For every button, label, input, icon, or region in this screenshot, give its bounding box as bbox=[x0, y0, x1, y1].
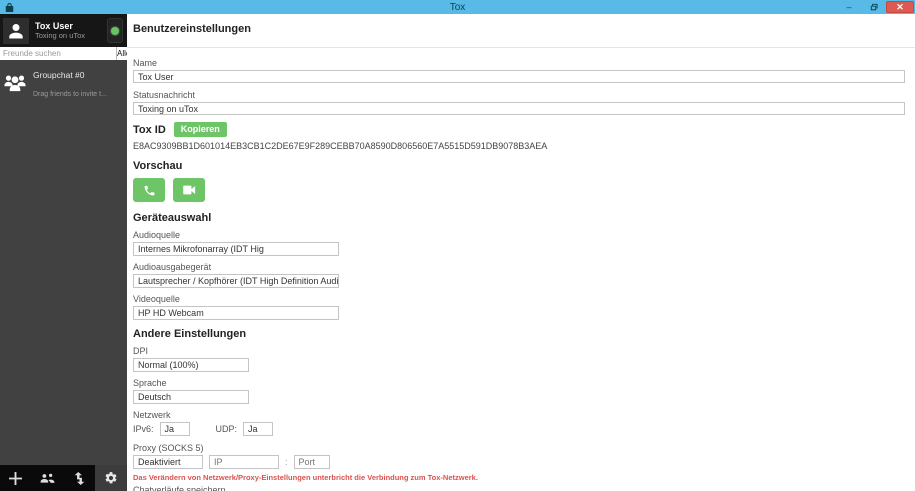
settings-button[interactable] bbox=[95, 465, 127, 491]
sidebar: Tox User Toxing on uTox Alle Groupch bbox=[0, 14, 131, 491]
other-settings-title: Andere Einstellungen bbox=[133, 328, 247, 340]
audio-output-select[interactable]: Lautsprecher / Kopfhörer (IDT High Defin… bbox=[133, 274, 339, 288]
proxy-ip-input[interactable] bbox=[209, 455, 279, 469]
language-label: Sprache bbox=[133, 378, 167, 388]
proxy-mode-select[interactable]: Deaktiviert bbox=[133, 455, 203, 469]
page-title: Benutzereinstellungen bbox=[133, 23, 251, 35]
list-item[interactable]: Groupchat #0 Drag friends to invite t... bbox=[0, 60, 127, 106]
audio-input-label: Audioquelle bbox=[133, 230, 181, 240]
name-input[interactable] bbox=[133, 70, 905, 83]
create-group-button[interactable] bbox=[32, 465, 64, 491]
online-status-dot bbox=[111, 26, 119, 35]
dpi-label: DPI bbox=[133, 346, 149, 356]
tox-id-label: Tox ID bbox=[133, 123, 166, 136]
name-label: Name bbox=[133, 58, 158, 68]
contact-list: Groupchat #0 Drag friends to invite t... bbox=[0, 60, 127, 465]
contact-name: Groupchat #0 bbox=[33, 70, 85, 80]
minimize-button[interactable]: – bbox=[838, 1, 860, 13]
udp-select[interactable]: Ja bbox=[243, 422, 274, 436]
audio-input-select[interactable]: Internes Mikrofonarray (IDT Hig bbox=[133, 242, 339, 256]
self-user-meta: Tox User Toxing on uTox bbox=[35, 21, 85, 40]
status-message-label: Statusnachricht bbox=[133, 90, 196, 100]
add-friend-button[interactable] bbox=[0, 465, 32, 491]
preview-title: Vorschau bbox=[133, 160, 183, 172]
network-warning-text: Das Verändern von Netzwerk/Proxy-Einstel… bbox=[133, 473, 478, 482]
ipv6-label: IPv6: bbox=[133, 424, 154, 434]
udp-label: UDP: bbox=[215, 424, 238, 434]
status-selector-button[interactable] bbox=[107, 18, 123, 43]
self-user-panel[interactable]: Tox User Toxing on uTox bbox=[0, 14, 127, 47]
status-message-input[interactable] bbox=[133, 102, 905, 115]
settings-panel: Benutzereinstellungen Name Statusnachric… bbox=[127, 14, 915, 491]
audio-output-label: Audioausgabegerät bbox=[133, 262, 212, 272]
close-button[interactable]: ✕ bbox=[886, 1, 914, 13]
video-input-select[interactable]: HP HD Webcam bbox=[133, 306, 339, 320]
video-input-label: Videoquelle bbox=[133, 294, 180, 304]
self-status-message: Toxing on uTox bbox=[35, 31, 86, 40]
header-divider bbox=[127, 47, 915, 48]
avatar bbox=[3, 17, 29, 44]
video-preview-button[interactable] bbox=[173, 178, 205, 202]
audio-preview-button[interactable] bbox=[133, 178, 165, 202]
network-label: Netzwerk bbox=[133, 410, 171, 420]
proxy-port-input[interactable] bbox=[293, 455, 330, 469]
language-select[interactable]: Deutsch bbox=[133, 390, 249, 404]
self-name: Tox User bbox=[35, 21, 73, 31]
sidebar-bottom-bar bbox=[0, 465, 127, 491]
copy-tox-id-button[interactable]: Kopieren bbox=[173, 122, 227, 137]
proxy-label: Proxy (SOCKS 5) bbox=[133, 443, 204, 453]
contact-meta: Groupchat #0 Drag friends to invite t... bbox=[33, 65, 125, 101]
file-transfer-button[interactable] bbox=[64, 465, 96, 491]
dpi-select[interactable]: Normal (100%) bbox=[133, 358, 249, 372]
window-titlebar[interactable]: Tox – ✕ bbox=[0, 0, 915, 14]
chat-logging-label: Chatverläufe speichern bbox=[133, 485, 226, 491]
search-input[interactable] bbox=[0, 47, 116, 60]
ipv6-select[interactable]: Ja bbox=[159, 422, 190, 436]
groupchat-icon bbox=[2, 71, 28, 95]
friend-search-row: Alle bbox=[0, 47, 131, 60]
proxy-separator: : bbox=[285, 457, 288, 467]
window-title: Tox bbox=[449, 1, 466, 13]
restore-button[interactable] bbox=[862, 1, 884, 13]
contact-subtitle: Drag friends to invite t... bbox=[33, 91, 107, 98]
device-selection-title: Geräteauswahl bbox=[133, 212, 212, 224]
tox-id-value: E8AC9309BB1D601014EB3CB1C2DE67E9F289CEBB… bbox=[133, 141, 548, 151]
